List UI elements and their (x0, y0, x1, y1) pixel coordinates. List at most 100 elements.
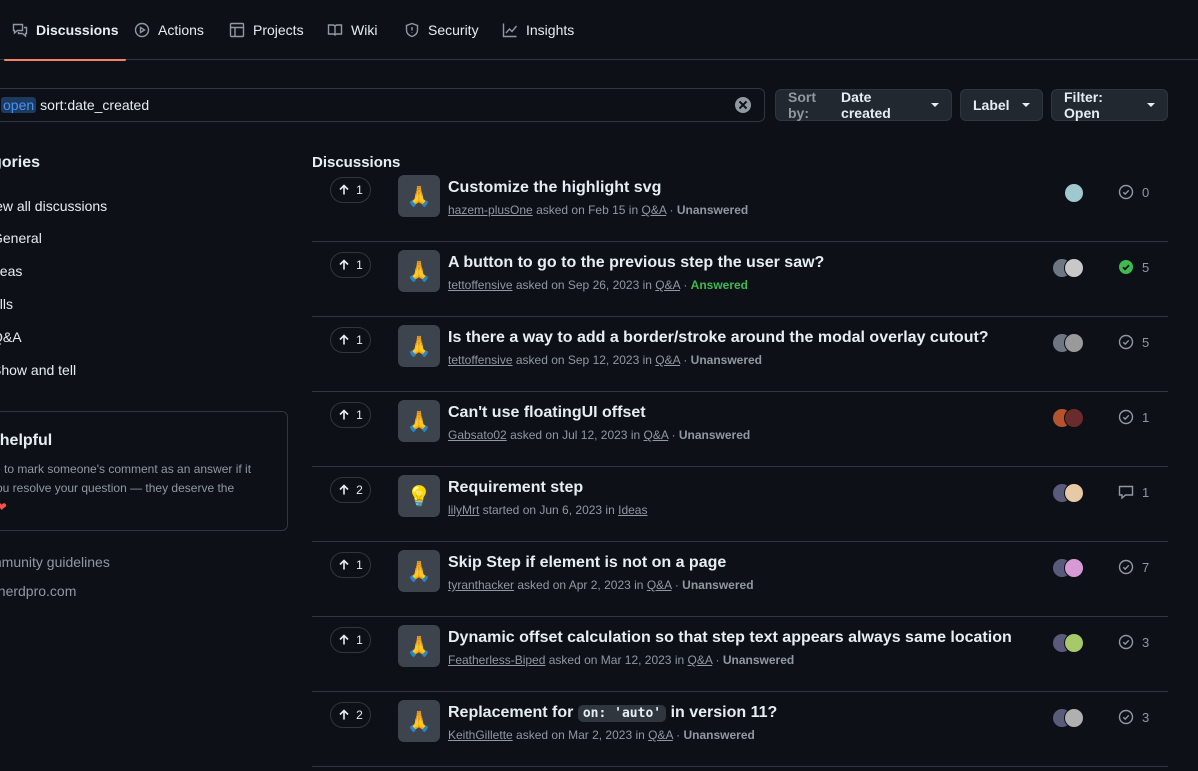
category-emoji-icon: 🙏 (398, 700, 440, 742)
avatar[interactable] (1064, 258, 1084, 278)
avatar[interactable] (1064, 408, 1084, 428)
tab-wiki[interactable]: Wiki (327, 0, 377, 60)
discussion-row[interactable]: 1 🙏 Can't use floatingUI offset Gabsato02 a… (312, 392, 1168, 467)
discussion-title-link[interactable]: Customize the highlight svg (448, 179, 661, 197)
search-query: sort:date_created (40, 97, 150, 113)
comment-count-value: 5 (1142, 259, 1150, 275)
vote-count: 2 (356, 483, 363, 497)
label-button[interactable]: Label (960, 89, 1043, 121)
discussion-title-link[interactable]: Is there a way to add a border/stroke ar… (448, 329, 989, 347)
category-link[interactable]: Q&A (648, 728, 673, 742)
author-link[interactable]: tettoffensive (448, 278, 513, 292)
comment-count-value: 5 (1142, 334, 1150, 350)
author-link[interactable]: tyranthacker (448, 578, 514, 592)
discussion-title-link[interactable]: A button to go to the previous step the … (448, 254, 824, 272)
avatar[interactable] (1064, 333, 1084, 353)
category-link[interactable]: Q&A (655, 278, 680, 292)
website-link[interactable]: pherdpro.com (0, 583, 76, 599)
category-link[interactable]: Q&A (688, 653, 713, 667)
category-polls[interactable]: olls (0, 296, 13, 312)
comment-count[interactable]: 5 (1118, 334, 1149, 350)
chevron-down-icon (931, 103, 939, 107)
most-helpful-text: re to mark someone's comment as an answe… (0, 460, 270, 517)
category-view-all[interactable]: iew all discussions (0, 198, 107, 214)
discussion-search-input[interactable]: open sort:date_created (0, 88, 765, 122)
discussion-title-link[interactable]: Replacement for on: 'auto' in version 11… (448, 704, 777, 722)
author-link[interactable]: hazem-plusOne (448, 203, 533, 217)
discussion-row[interactable]: 1 🙏 Customize the highlight svg hazem-plusO… (312, 167, 1168, 242)
comment-count[interactable]: 1 (1118, 409, 1149, 425)
category-ideas[interactable]: deas (0, 263, 22, 279)
avatar[interactable] (1064, 183, 1084, 203)
title-text: A button to go to the previous step the … (448, 254, 825, 271)
category-qa[interactable]: Q&A (0, 329, 22, 345)
upvote-button[interactable]: 1 (330, 252, 371, 278)
tab-actions[interactable]: Actions (134, 0, 204, 60)
upvote-button[interactable]: 1 (330, 627, 371, 653)
discussion-row[interactable]: 1 🙏 Is there a way to add a border/stroke … (312, 317, 1168, 392)
comment-count-value: 7 (1142, 559, 1150, 575)
category-link[interactable]: Ideas (618, 503, 647, 517)
avatar[interactable] (1064, 708, 1084, 728)
discussion-title-link[interactable]: Skip Step if element is not on a page (448, 554, 726, 572)
tab-label: Insights (526, 22, 575, 38)
tab-security[interactable]: Security (404, 0, 479, 60)
upvote-button[interactable]: 2 (330, 702, 371, 728)
tab-projects[interactable]: Projects (229, 0, 304, 60)
category-link[interactable]: Q&A (655, 353, 680, 367)
author-link[interactable]: KeithGillette (448, 728, 513, 742)
author-link[interactable]: lilyMrt (448, 503, 479, 517)
upvote-button[interactable]: 1 (330, 177, 371, 203)
title-text: Dynamic offset calculation so that step … (448, 629, 1012, 646)
discussion-row[interactable]: 1 🙏 A button to go to the previous step th… (312, 242, 1168, 317)
arrow-up-icon (339, 709, 349, 720)
upvote-button[interactable]: 2 (330, 477, 371, 503)
filter-button[interactable]: Filter: Open (1051, 89, 1168, 121)
discussion-row[interactable]: 2 🙏 Replacement for on: 'auto' in version … (312, 692, 1168, 767)
meta-verb: asked on Jul 12, 2023 in (510, 428, 641, 442)
sort-by-button[interactable]: Sort by: Date created (775, 89, 952, 121)
avatar[interactable] (1064, 558, 1084, 578)
upvote-button[interactable]: 1 (330, 402, 371, 428)
avatar[interactable] (1064, 633, 1084, 653)
tab-discussions[interactable]: Discussions (3, 0, 128, 61)
upvote-button[interactable]: 1 (330, 552, 371, 578)
help-line: you resolve your question — they deserve… (0, 481, 235, 495)
meta-verb: asked on Apr 2, 2023 in (517, 578, 644, 592)
discussion-title-link[interactable]: Requirement step (448, 479, 583, 497)
arrow-up-icon (339, 484, 349, 495)
author-link[interactable]: tettoffensive (448, 353, 513, 367)
clear-search-icon[interactable] (735, 97, 751, 113)
comment-count[interactable]: 0 (1118, 184, 1149, 200)
tab-insights[interactable]: Insights (502, 0, 574, 60)
category-link[interactable]: Q&A (641, 203, 666, 217)
category-show-and-tell[interactable]: Show and tell (0, 362, 76, 378)
comment-count[interactable]: 7 (1118, 559, 1149, 575)
community-guidelines-link[interactable]: mmunity guidelines (0, 554, 110, 570)
discussion-title-link[interactable]: Dynamic offset calculation so that step … (448, 629, 1012, 647)
comment-count[interactable]: 5 (1118, 259, 1149, 275)
upvote-button[interactable]: 1 (330, 327, 371, 353)
author-link[interactable]: Gabsato02 (448, 428, 507, 442)
answer-status: Unanswered (682, 578, 754, 592)
category-link[interactable]: Q&A (647, 578, 672, 592)
category-general[interactable]: General (0, 230, 42, 246)
avatar[interactable] (1064, 483, 1084, 503)
discussion-title-link[interactable]: Can't use floatingUI offset (448, 404, 646, 422)
play-icon (134, 22, 150, 38)
comment-count[interactable]: 3 (1118, 709, 1149, 725)
tab-label: Actions (158, 22, 204, 38)
discussion-row[interactable]: 1 🙏 Skip Step if element is not on a page t… (312, 542, 1168, 617)
repo-nav: Discussions Actions Projects Wiki Securi… (0, 0, 1198, 61)
comment-count[interactable]: 3 (1118, 634, 1149, 650)
comment-count[interactable]: 1 (1118, 484, 1149, 500)
discussion-row[interactable]: 2 💡 Requirement step lilyMrt started on Jun… (312, 467, 1168, 542)
check-circle-icon (1118, 709, 1134, 725)
arrow-up-icon (339, 559, 349, 570)
vote-count: 1 (356, 183, 363, 197)
category-link[interactable]: Q&A (644, 428, 669, 442)
discussion-row[interactable]: 1 🙏 Dynamic offset calculation so that ste… (312, 617, 1168, 692)
author-link[interactable]: Featherless-Biped (448, 653, 545, 667)
category-emoji-icon: 🙏 (398, 625, 440, 667)
most-helpful-title: t helpful (0, 432, 53, 449)
